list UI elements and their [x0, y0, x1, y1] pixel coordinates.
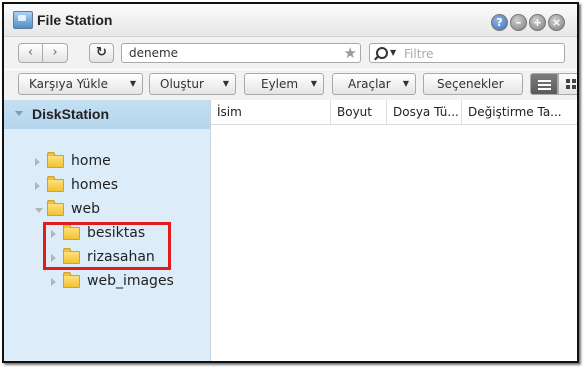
forward-icon[interactable]: ›: [43, 43, 68, 63]
collapse-arrow-icon[interactable]: [15, 111, 23, 116]
column-size[interactable]: Boyut: [331, 100, 387, 124]
grid-view-icon[interactable]: [558, 73, 577, 95]
chevron-down-icon: ▼: [129, 79, 136, 88]
highlight-box: [43, 222, 171, 270]
title-bar: File Station ? – + ×: [4, 4, 577, 37]
toolbar: Karşıya Yükle ▼ Oluştur ▼ Eylem ▼ Araçlar ▼ …: [4, 70, 577, 100]
file-station-window: File Station ? – + × ‹ › ↻ deneme ★ ▼ Ka…: [2, 2, 579, 363]
tree-item-label: web_images: [87, 273, 174, 289]
tree-item-label: home: [71, 153, 111, 169]
navigation-bar: ‹ › ↻ deneme ★ ▼: [4, 37, 577, 69]
chevron-down-icon: ▼: [402, 79, 409, 88]
close-icon[interactable]: ×: [548, 14, 565, 31]
maximize-icon[interactable]: +: [529, 14, 546, 31]
tree-root[interactable]: DiskStation: [4, 100, 210, 129]
tools-label: Araçlar: [348, 77, 391, 91]
upload-label: Karşıya Yükle: [29, 77, 109, 91]
create-label: Oluştur: [160, 77, 204, 91]
expand-arrow-icon[interactable]: [51, 278, 56, 286]
star-icon[interactable]: ★: [344, 44, 357, 62]
folder-icon: [47, 176, 64, 192]
minimize-icon[interactable]: –: [510, 14, 527, 31]
filter-input[interactable]: [402, 45, 556, 63]
upload-button[interactable]: Karşıya Yükle ▼: [18, 73, 143, 95]
window-title: File Station: [37, 12, 113, 28]
tree-item-label: homes: [71, 177, 118, 193]
collapse-arrow-icon[interactable]: [35, 208, 43, 213]
path-text: deneme: [129, 46, 179, 60]
chevron-down-icon: ▼: [222, 79, 229, 88]
action-button[interactable]: Eylem ▼: [244, 73, 324, 95]
folder-icon: [47, 200, 64, 216]
filter-field[interactable]: ▼: [369, 43, 565, 63]
search-icon[interactable]: [376, 47, 388, 59]
column-type[interactable]: Dosya Tü...: [387, 100, 462, 124]
app-icon: [13, 11, 33, 29]
path-field[interactable]: deneme ★: [121, 43, 361, 63]
chevron-down-icon: ▼: [310, 79, 317, 88]
help-icon[interactable]: ?: [491, 14, 508, 31]
tree-root-label: DiskStation: [32, 106, 110, 122]
settings-button[interactable]: Seçenekler: [423, 73, 523, 95]
list-view-icon[interactable]: [530, 73, 558, 95]
file-list-body[interactable]: [211, 125, 577, 361]
action-label: Eylem: [261, 77, 299, 91]
tree-item-label: web: [71, 201, 100, 217]
settings-label: Seçenekler: [437, 77, 504, 91]
folder-icon: [63, 272, 80, 288]
file-list-header: İsim Boyut Dosya Tü... Değiştirme Ta...: [211, 100, 577, 125]
expand-arrow-icon[interactable]: [35, 182, 40, 190]
back-icon[interactable]: ‹: [18, 43, 43, 63]
column-name[interactable]: İsim: [211, 100, 331, 124]
tools-button[interactable]: Araçlar ▼: [332, 73, 416, 95]
chevron-down-icon[interactable]: ▼: [390, 48, 396, 57]
create-button[interactable]: Oluştur ▼: [149, 73, 236, 95]
refresh-icon[interactable]: ↻: [89, 43, 114, 63]
expand-arrow-icon[interactable]: [35, 158, 40, 166]
folder-icon: [47, 152, 64, 168]
column-modified[interactable]: Değiştirme Ta...: [462, 100, 577, 124]
